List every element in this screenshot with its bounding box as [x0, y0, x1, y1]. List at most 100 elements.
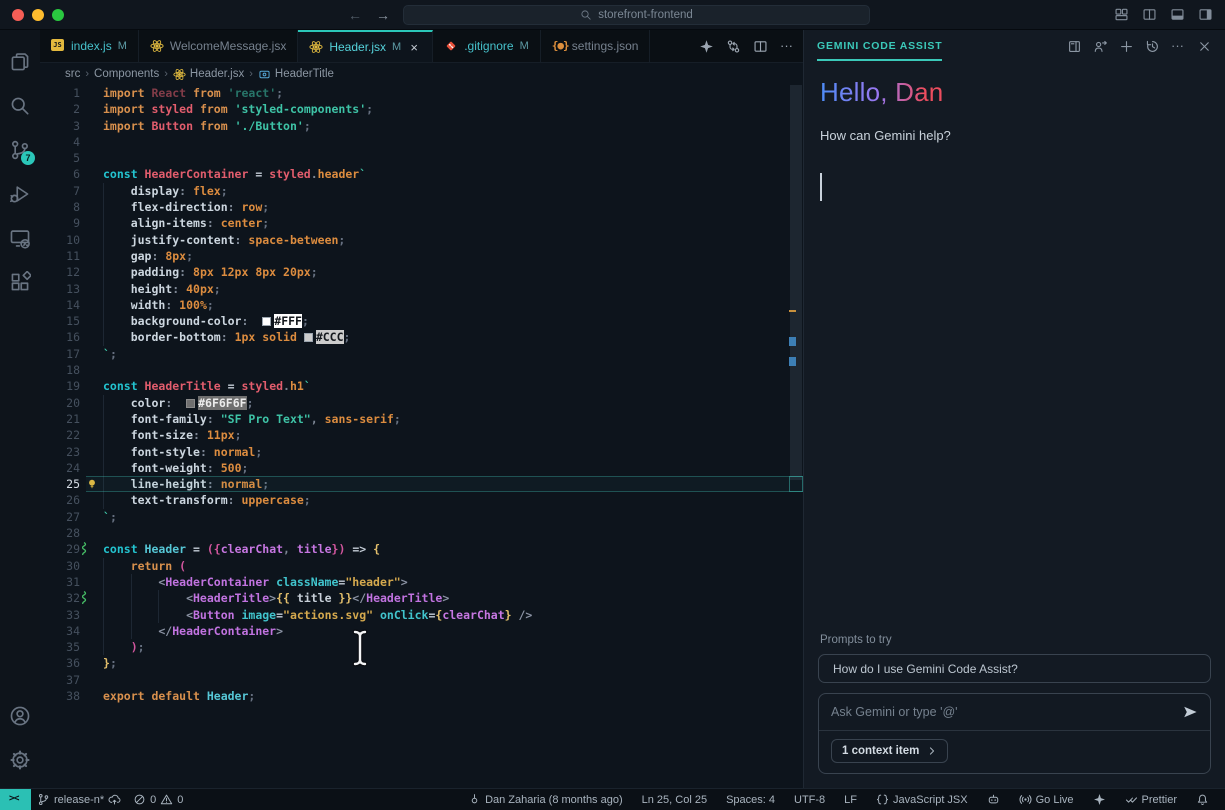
status-cursor-position[interactable]: Ln 25, Col 25: [636, 789, 713, 810]
code-editor[interactable]: 1import React from 'react';2import style…: [40, 85, 803, 788]
status-encoding[interactable]: UTF-8: [788, 789, 831, 810]
history-icon[interactable]: [1145, 39, 1160, 54]
sparkle-icon[interactable]: [699, 39, 714, 54]
editor-scrollbar[interactable]: [789, 85, 803, 788]
activity-item-extensions[interactable]: [0, 260, 40, 304]
code-line-13[interactable]: 13height: 40px;: [40, 281, 803, 297]
code-line-32[interactable]: 32<HeaderTitle>{{ title }}</HeaderTitle>: [40, 590, 803, 606]
toggle-panel-icon[interactable]: [1170, 7, 1185, 22]
tab-WelcomeMessage.jsx[interactable]: WelcomeMessage.jsx: [139, 30, 298, 62]
customize-layout-icon[interactable]: [1114, 7, 1129, 22]
code-line-6[interactable]: 6const HeaderContainer = styled.header`: [40, 166, 803, 182]
code-line-27[interactable]: 27`;: [40, 509, 803, 525]
close-window-button[interactable]: [12, 9, 24, 21]
code-line-4[interactable]: 4: [40, 134, 803, 150]
context-items-button[interactable]: 1 context item: [831, 739, 948, 763]
toggle-secondary-sidebar-icon[interactable]: [1198, 7, 1213, 22]
activity-item-search[interactable]: [0, 84, 40, 128]
breadcrumb-item-HeaderTitle[interactable]: HeaderTitle: [258, 68, 334, 81]
status-language-mode[interactable]: JavaScript JSX: [870, 789, 974, 810]
tab-Header.jsx[interactable]: Header.jsxM×: [298, 30, 433, 62]
command-center-search[interactable]: storefront-frontend: [403, 5, 870, 25]
activity-item-explorer[interactable]: [0, 40, 40, 84]
chat-editor-icon[interactable]: [1067, 39, 1082, 54]
code-line-18[interactable]: 18: [40, 362, 803, 378]
status-problems[interactable]: 00: [127, 789, 189, 810]
send-icon[interactable]: [1182, 704, 1198, 720]
code-line-24[interactable]: 24font-weight: 500;: [40, 460, 803, 476]
status-notifications[interactable]: [1190, 789, 1215, 810]
status-indentation[interactable]: Spaces: 4: [720, 789, 781, 810]
zoom-window-button[interactable]: [52, 9, 64, 21]
code-line-21[interactable]: 21font-family: "SF Pro Text", sans-serif…: [40, 411, 803, 427]
code-line-19[interactable]: 19const HeaderTitle = styled.h1`: [40, 378, 803, 394]
git-compare-icon[interactable]: [726, 39, 741, 54]
code-line-9[interactable]: 9align-items: center;: [40, 215, 803, 231]
code-token: [186, 399, 195, 408]
code-line-1[interactable]: 1import React from 'react';: [40, 85, 803, 101]
forward-icon[interactable]: →: [376, 7, 390, 23]
status-go-live[interactable]: Go Live: [1013, 789, 1080, 810]
code-line-36[interactable]: 36};: [40, 655, 803, 671]
breadcrumb-item-Components[interactable]: Components: [94, 68, 159, 80]
close-tab-icon[interactable]: ×: [407, 40, 421, 54]
plus-icon[interactable]: [1119, 39, 1134, 54]
code-line-30[interactable]: 30return (: [40, 558, 803, 574]
gemini-input[interactable]: [831, 705, 1182, 719]
activity-item-accounts[interactable]: [0, 694, 40, 738]
status-git-branch[interactable]: release-n*: [31, 789, 127, 810]
code-line-12[interactable]: 12padding: 8px 12px 8px 20px;: [40, 264, 803, 280]
code-line-35[interactable]: 35);: [40, 639, 803, 655]
code-line-7[interactable]: 7display: flex;: [40, 183, 803, 199]
code-line-15[interactable]: 15background-color: #FFF;: [40, 313, 803, 329]
code-line-33[interactable]: 33<Button image="actions.svg" onClick={c…: [40, 607, 803, 623]
code-line-11[interactable]: 11gap: 8px;: [40, 248, 803, 264]
split-editor-sq-icon[interactable]: [1142, 7, 1157, 22]
code-line-14[interactable]: 14width: 100%;: [40, 297, 803, 313]
code-line-16[interactable]: 16border-bottom: 1px solid #CCC;: [40, 329, 803, 345]
code-line-22[interactable]: 22font-size: 11px;: [40, 427, 803, 443]
code-line-8[interactable]: 8flex-direction: row;: [40, 199, 803, 215]
activity-item-settings[interactable]: [0, 738, 40, 782]
code-line-20[interactable]: 20color: #6F6F6F;: [40, 395, 803, 411]
tab-.gitignore[interactable]: .gitignoreM: [433, 30, 541, 62]
code-line-5[interactable]: 5: [40, 150, 803, 166]
status-remote-indicator[interactable]: ><: [0, 789, 31, 810]
tab-index.js[interactable]: JSindex.jsM: [40, 30, 139, 62]
code-line-38[interactable]: 38export default Header;: [40, 688, 803, 704]
code-line-10[interactable]: 10justify-content: space-between;: [40, 232, 803, 248]
status-gemini-status[interactable]: [1087, 789, 1112, 810]
activity-item-remote-explorer[interactable]: [0, 216, 40, 260]
activity-item-run-debug[interactable]: [0, 172, 40, 216]
back-icon[interactable]: ←: [348, 7, 362, 23]
split-editor-sq-icon[interactable]: [753, 39, 768, 54]
code-line-37[interactable]: 37: [40, 672, 803, 688]
scrollbar-slider[interactable]: [790, 85, 802, 480]
status-copilot[interactable]: [981, 789, 1006, 810]
tab-settings.json[interactable]: {●}settings.json: [541, 30, 651, 62]
code-line-31[interactable]: 31<HeaderContainer className="header">: [40, 574, 803, 590]
code-line-26[interactable]: 26text-transform: uppercase;: [40, 492, 803, 508]
close-icon[interactable]: [1197, 39, 1212, 54]
person-feedback-icon[interactable]: [1093, 39, 1108, 54]
activity-item-source-control[interactable]: 7: [0, 128, 40, 172]
more-icon[interactable]: ···: [780, 39, 795, 54]
breadcrumb-item-Header.jsx[interactable]: Header.jsx: [173, 68, 244, 81]
code-line-3[interactable]: 3import Button from './Button';: [40, 118, 803, 134]
code-line-29[interactable]: 29const Header = ({clearChat, title}) =>…: [40, 541, 803, 557]
minimize-window-button[interactable]: [32, 9, 44, 21]
lightbulb-icon[interactable]: [86, 478, 98, 490]
code-line-34[interactable]: 34</HeaderContainer>: [40, 623, 803, 639]
code-line-17[interactable]: 17`;: [40, 346, 803, 362]
more-icon[interactable]: ···: [1171, 39, 1186, 54]
status-git-blame[interactable]: Dan Zaharia (8 months ago): [462, 789, 629, 810]
code-line-2[interactable]: 2import styled from 'styled-components';: [40, 101, 803, 117]
status-prettier[interactable]: Prettier: [1119, 789, 1183, 810]
code-line-25[interactable]: 25line-height: normal;: [40, 476, 803, 492]
indent-guide: [103, 427, 131, 443]
code-line-28[interactable]: 28: [40, 525, 803, 541]
status-eol[interactable]: LF: [838, 789, 863, 810]
code-line-23[interactable]: 23font-style: normal;: [40, 444, 803, 460]
prompt-suggestion[interactable]: How do I use Gemini Code Assist?: [818, 654, 1211, 683]
breadcrumb-item-src[interactable]: src: [65, 68, 80, 80]
